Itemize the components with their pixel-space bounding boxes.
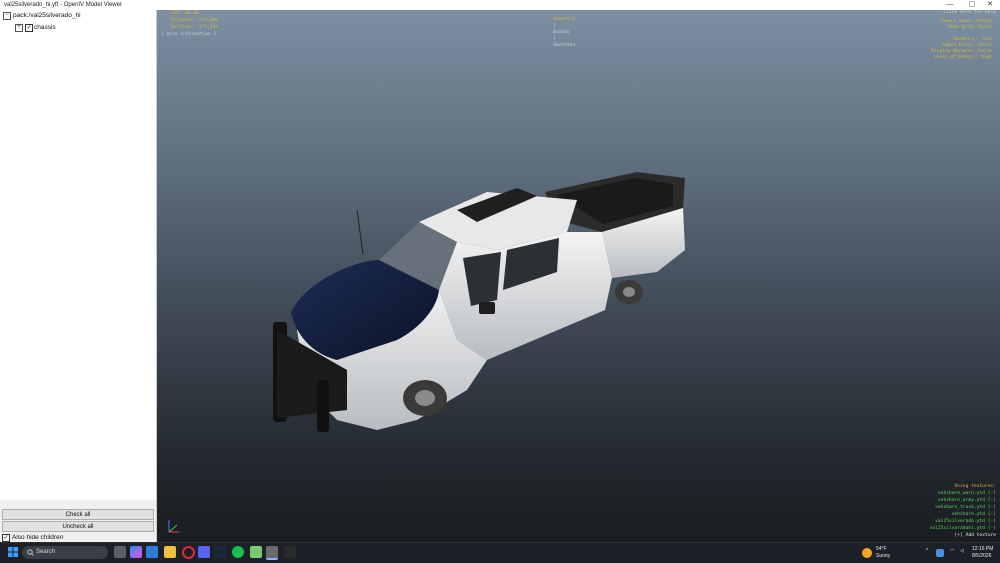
check-all-button[interactable]: Check all — [2, 509, 154, 520]
texture-item[interactable]: vehshare_worn.ytd [-] — [938, 491, 996, 498]
volume-icon[interactable]: ◁ — [960, 548, 964, 554]
vehicle-model-render — [273, 172, 685, 432]
tree-root-label: pack:/val25silverado_hi — [13, 12, 81, 19]
weather-temp: 54°F — [876, 546, 887, 552]
also-hide-children-checkbox[interactable]: ✓ — [2, 534, 10, 542]
notepad-icon[interactable] — [250, 546, 262, 558]
model-tree-panel: − pack:/val25silverado_hi + ✓ chassis Ch… — [0, 10, 157, 542]
3d-viewport[interactable]: Geometry | Bounds | Skeleton Click here … — [157, 10, 1000, 542]
texture-item[interactable]: vehshare_army.ytd [-] — [938, 498, 996, 505]
texture-item[interactable]: val25silverado.ytd [-] — [935, 519, 996, 526]
tree-item-label: chassis — [34, 24, 56, 31]
texture-item[interactable]: val25silveradohi.ytd [-] — [930, 526, 996, 533]
discord-icon[interactable] — [198, 546, 210, 558]
gallery-icon[interactable] — [146, 546, 158, 558]
task-view-icon[interactable] — [114, 546, 126, 558]
tree-root[interactable]: − pack:/val25silverado_hi — [0, 11, 150, 21]
expand-icon[interactable]: + — [15, 24, 23, 32]
tray-app-icon[interactable] — [936, 549, 944, 557]
windows-taskbar: Search 54°F Sunny ^ ◠ ◁ 12:16 PM 8/5/202… — [0, 542, 1000, 563]
chassis-checkbox[interactable]: ✓ — [25, 24, 33, 32]
opera-icon[interactable] — [182, 546, 195, 559]
textures-header: Using textures: — [954, 484, 997, 489]
file-explorer-icon[interactable] — [164, 546, 176, 558]
also-hide-children-label: Also hide children — [12, 534, 64, 541]
window-title: val25silverado_hi.yft - OpenIV Model Vie… — [4, 2, 122, 8]
minimize-button[interactable]: — — [940, 0, 960, 10]
start-icon[interactable] — [7, 546, 19, 558]
openiv-icon[interactable] — [266, 546, 278, 560]
weather-desc: Sunny — [876, 553, 891, 559]
ps-icon[interactable] — [284, 546, 296, 558]
maximize-button[interactable]: ▢ — [962, 0, 982, 10]
copilot-icon[interactable] — [130, 546, 142, 558]
tray-chevron-icon[interactable]: ^ — [926, 548, 928, 554]
uncheck-all-button[interactable]: Uncheck all — [2, 521, 154, 532]
search-icon — [27, 549, 34, 556]
search-placeholder: Search — [36, 549, 56, 555]
clock-time[interactable]: 12:16 PM — [972, 546, 993, 552]
texture-item[interactable]: vehshare.ytd [-] — [952, 512, 996, 519]
collapse-icon[interactable]: − — [3, 12, 11, 20]
clock-date[interactable]: 8/5/2026 — [972, 553, 991, 559]
taskbar-search-box[interactable]: Search — [22, 546, 108, 559]
weather-sun-icon[interactable] — [862, 548, 872, 558]
add-texture-button[interactable]: [+] Add texture — [955, 533, 997, 540]
spotify-icon[interactable] — [232, 546, 244, 558]
axis-gizmo-icon — [168, 520, 179, 533]
model-tree: − pack:/val25silverado_hi + ✓ chassis — [0, 10, 156, 500]
close-button[interactable]: ✕ — [980, 0, 1000, 10]
wifi-icon[interactable]: ◠ — [950, 548, 954, 554]
steam-icon[interactable] — [214, 546, 226, 558]
texture-item[interactable]: vehshare_truck.ytd [-] — [935, 505, 996, 512]
tree-item-chassis[interactable]: + ✓ chassis — [0, 23, 150, 33]
